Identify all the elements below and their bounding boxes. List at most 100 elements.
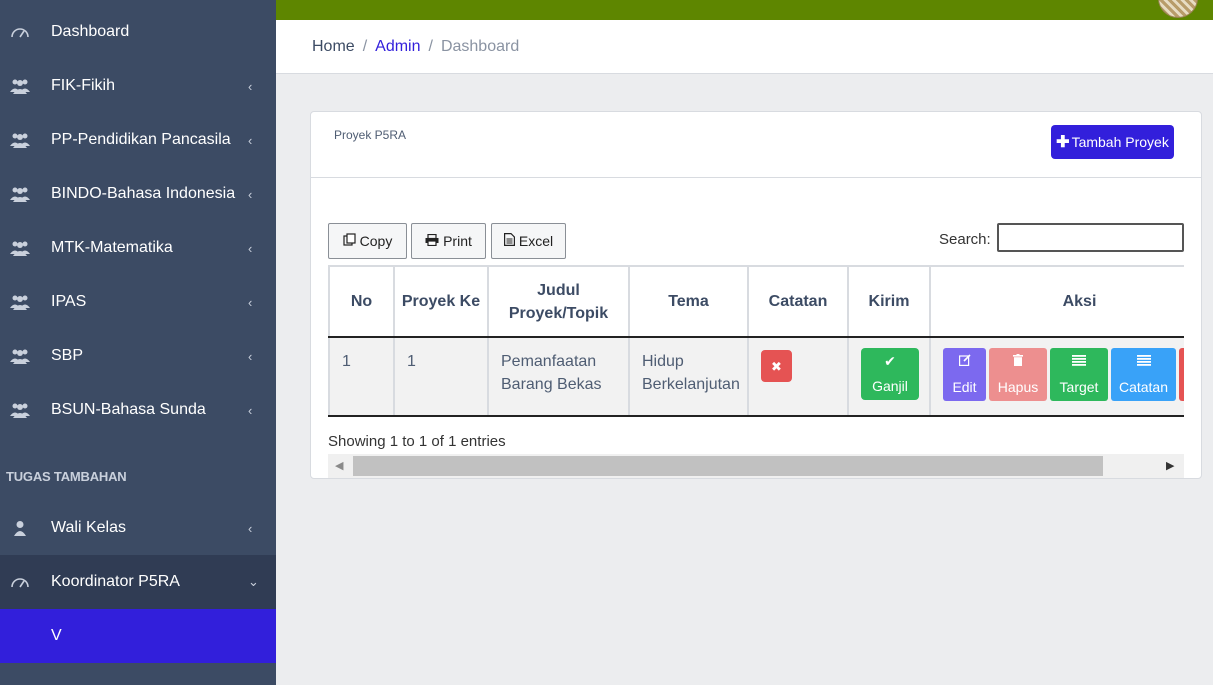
search-input[interactable] <box>997 223 1184 252</box>
sidebar-item-label: FIK-Fikih <box>51 77 115 94</box>
breadcrumb-admin[interactable]: Admin <box>375 38 420 56</box>
column-header-tema[interactable]: Tema <box>629 265 749 338</box>
cell-aksi: Edit Hapus Target Catatan <box>930 337 1184 417</box>
cell-tema: Hidup Berkelanjutan <box>629 337 749 417</box>
card-header: Proyek P5RA ✚ Tambah Proyek <box>311 112 1201 178</box>
column-header-proyek-ke[interactable]: Proyek Ke <box>394 265 489 338</box>
sidebar-item-label: Dashboard <box>51 23 130 40</box>
sidebar-item-label: BINDO-Bahasa Indonesia <box>51 185 236 202</box>
horizontal-scrollbar[interactable]: ◀ ▶ <box>328 454 1184 478</box>
breadcrumb-separator: / <box>428 38 433 55</box>
delete-button[interactable]: Hapus <box>989 348 1047 401</box>
breadcrumb: Home / Admin / Dashboard <box>312 38 519 56</box>
chevron-left-icon: ‹ <box>248 132 253 148</box>
people-icon <box>10 238 30 258</box>
close-icon[interactable]: ✖ <box>761 350 792 382</box>
sidebar-item-koordinator[interactable]: Koordinator P5RA ⌄ <box>0 555 276 609</box>
sidebar-item-label: BSUN-Bahasa Sunda <box>51 401 206 418</box>
chevron-left-icon: ‹ <box>248 240 253 256</box>
breadcrumb-home[interactable]: Home <box>312 38 355 56</box>
breadcrumb-bar: Home / Admin / Dashboard <box>276 20 1213 74</box>
people-icon <box>10 400 30 420</box>
people-icon <box>10 292 30 312</box>
sidebar: Dashboard FIK-Fikih ‹ PP-Pendidikan Panc… <box>0 0 276 685</box>
column-header-judul[interactable]: Judul Proyek/Topik <box>488 265 630 338</box>
sidebar-item-label: MTK-Matematika <box>51 239 173 256</box>
table-container: No Proyek Ke Judul Proyek/Topik Tema Cat… <box>328 265 1184 417</box>
delete-label: Hapus <box>997 379 1039 395</box>
send-ganjil-button[interactable]: ✔ Ganjil <box>861 348 919 400</box>
table-header-row: No Proyek Ke Judul Proyek/Topik Tema Cat… <box>328 265 1184 338</box>
edit-label: Edit <box>952 379 977 395</box>
target-button[interactable]: Target <box>1050 348 1108 401</box>
sidebar-item-label: Wali Kelas <box>51 519 126 536</box>
print-icon <box>425 233 439 249</box>
sidebar-item-pancasila[interactable]: PP-Pendidikan Pancasila ‹ <box>0 113 276 167</box>
sidebar-item-label: Koordinator P5RA <box>51 573 180 590</box>
column-header-catatan[interactable]: Catatan <box>748 265 849 338</box>
sidebar-item-bindo[interactable]: BINDO-Bahasa Indonesia ‹ <box>0 167 276 221</box>
print-button[interactable]: Print <box>411 223 486 259</box>
action-buttons: Edit Hapus Target Catatan <box>943 348 1184 401</box>
catatan-button[interactable]: Catatan <box>1111 348 1176 401</box>
people-icon <box>10 76 30 96</box>
list-icon <box>1072 350 1086 373</box>
edit-icon <box>958 350 971 373</box>
chevron-left-icon: ‹ <box>248 348 253 364</box>
check-icon: ✔ <box>884 353 896 369</box>
sidebar-item-dashboard[interactable]: Dashboard <box>0 5 276 59</box>
ganjil-label: Ganjil <box>872 378 908 394</box>
top-header <box>276 0 1213 20</box>
user-icon <box>10 518 30 538</box>
scrollbar-thumb[interactable] <box>353 456 1103 476</box>
edit-button[interactable]: Edit <box>943 348 986 401</box>
add-project-label: Tambah Proyek <box>1071 134 1169 150</box>
trash-icon <box>1013 350 1023 373</box>
search-label: Search: <box>939 231 991 248</box>
copy-icon <box>343 233 356 249</box>
sidebar-item-label: SBP <box>51 347 84 364</box>
table-row: 1 1 Pemanfaatan Barang Bekas Hidup Berke… <box>328 337 1184 417</box>
chevron-left-icon: ‹ <box>248 520 253 536</box>
scroll-right-icon[interactable]: ▶ <box>1166 459 1174 472</box>
project-card: Proyek P5RA ✚ Tambah Proyek Copy Print E… <box>310 111 1202 479</box>
sidebar-item-label: V <box>51 627 62 644</box>
chevron-left-icon: ‹ <box>248 402 253 418</box>
copy-button[interactable]: Copy <box>328 223 407 259</box>
print-label: Print <box>443 233 472 249</box>
sidebar-item-mtk[interactable]: MTK-Matematika ‹ <box>0 221 276 275</box>
scroll-left-icon[interactable]: ◀ <box>335 459 343 472</box>
sidebar-item-label: IPAS <box>51 293 87 310</box>
sidebar-section-title: TUGAS TAMBAHAN <box>6 469 127 484</box>
people-icon <box>10 184 30 204</box>
breadcrumb-current: Dashboard <box>440 38 520 55</box>
people-icon <box>10 346 30 366</box>
plus-icon: ✚ <box>1056 134 1070 151</box>
chevron-down-icon: ⌄ <box>248 574 259 589</box>
sidebar-item-wali-kelas[interactable]: Wali Kelas ‹ <box>0 501 276 555</box>
sidebar-item-sbp[interactable]: SBP ‹ <box>0 329 276 383</box>
sidebar-item-label: PP-Pendidikan Pancasila <box>51 131 231 148</box>
chevron-left-icon: ‹ <box>248 294 253 310</box>
column-header-aksi[interactable]: Aksi <box>930 265 1184 338</box>
sidebar-subitem-v[interactable]: V <box>0 609 276 663</box>
table-info: Showing 1 to 1 of 1 entries <box>328 433 506 450</box>
more-action-button[interactable] <box>1179 348 1184 401</box>
sidebar-item-ipas[interactable]: IPAS ‹ <box>0 275 276 329</box>
card-title: Proyek P5RA <box>334 128 407 142</box>
copy-label: Copy <box>359 233 393 249</box>
cell-judul: Pemanfaatan Barang Bekas <box>488 337 630 417</box>
speedometer-icon <box>10 572 30 592</box>
sidebar-item-bsun[interactable]: BSUN-Bahasa Sunda ‹ <box>0 383 276 437</box>
cell-catatan: ✖ <box>748 337 849 417</box>
column-header-kirim[interactable]: Kirim <box>848 265 931 338</box>
cell-no: 1 <box>328 337 395 417</box>
column-header-no[interactable]: No <box>328 265 395 338</box>
add-project-button[interactable]: ✚ Tambah Proyek <box>1051 125 1174 159</box>
list-icon <box>1136 350 1151 373</box>
file-icon <box>503 233 515 249</box>
excel-button[interactable]: Excel <box>491 223 566 259</box>
chevron-left-icon: ‹ <box>248 186 253 202</box>
sidebar-item-fikih[interactable]: FIK-Fikih ‹ <box>0 59 276 113</box>
target-label: Target <box>1059 379 1099 395</box>
